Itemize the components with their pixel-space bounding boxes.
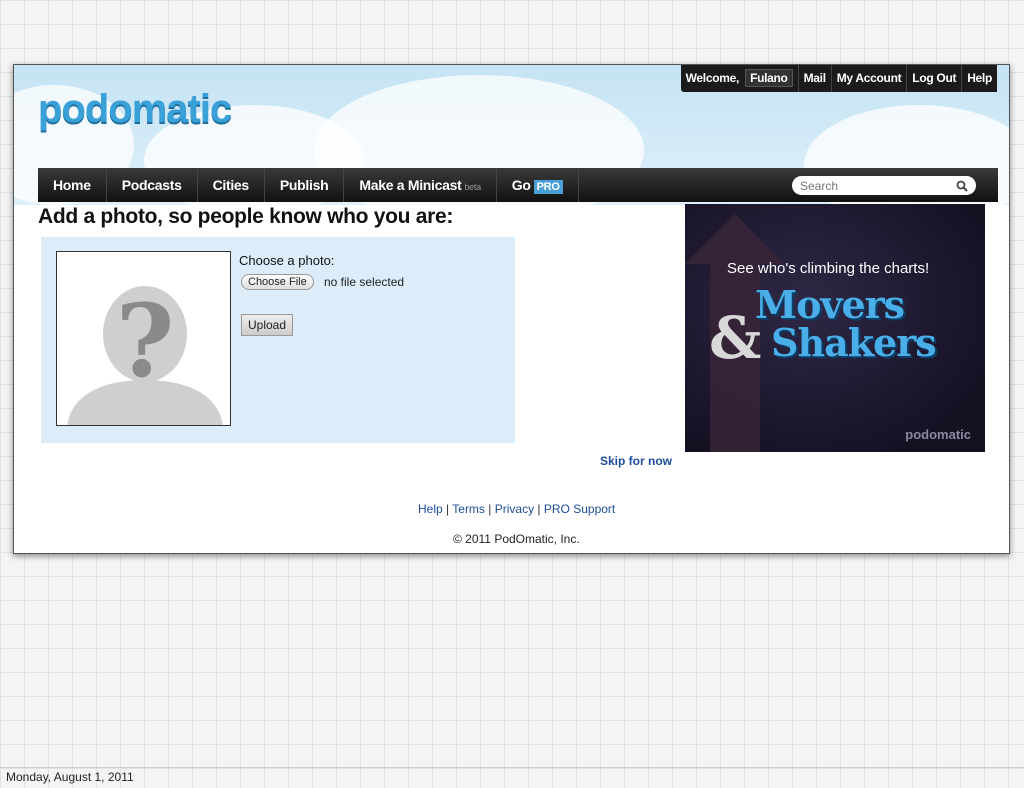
nav-publish[interactable]: Publish (265, 168, 345, 202)
beta-badge: beta (464, 182, 481, 192)
footer-terms-link[interactable]: Terms (452, 502, 485, 516)
log-out-link[interactable]: Log Out (906, 65, 961, 92)
cloud-decoration (314, 75, 644, 225)
nav-go-label: Go (511, 177, 531, 193)
photo-upload-panel: ? Choose a photo: Choose File no file se… (41, 237, 515, 443)
ad-ampersand: & (709, 304, 762, 372)
username: Fulano (745, 69, 793, 87)
search-input[interactable] (800, 178, 950, 193)
nav-go-pro[interactable]: Go PRO (497, 168, 579, 202)
pro-badge: PRO (533, 180, 563, 194)
choose-photo-label: Choose a photo: (239, 253, 335, 268)
page-title: Add a photo, so people know who you are: (38, 205, 454, 228)
slide-date: Monday, August 1, 2011 (6, 770, 134, 784)
welcome-text: Welcome, Fulano (681, 65, 798, 92)
search-icon[interactable] (956, 179, 968, 197)
welcome-label: Welcome, (685, 71, 740, 85)
ad-tagline: See who's climbing the charts! (727, 260, 930, 277)
footer-pro-support-link[interactable]: PRO Support (544, 502, 615, 516)
question-mark: ? (116, 282, 175, 400)
nav-make-minicast[interactable]: Make a Minicast beta (344, 168, 497, 202)
footer-privacy-link[interactable]: Privacy (495, 502, 534, 516)
file-status: no file selected (324, 275, 405, 289)
footer-help-link[interactable]: Help (418, 502, 443, 516)
movers-shakers-ad[interactable]: See who's climbing the charts! Movers & … (685, 204, 985, 452)
help-link[interactable]: Help (961, 65, 997, 92)
browser-frame: podomatic Welcome, Fulano Mail My Accoun… (13, 64, 1010, 554)
footer-links: Help | Terms | Privacy | PRO Support (418, 502, 615, 516)
nav-podcasts[interactable]: Podcasts (107, 168, 198, 202)
footer-separator: | (534, 502, 544, 516)
nav-minicast-label: Make a Minicast (359, 177, 462, 193)
avatar-placeholder: ? (56, 251, 231, 426)
skip-link[interactable]: Skip for now (600, 454, 672, 468)
ad-shakers-text: Shakers (771, 320, 937, 365)
ad-brand-logo: podomatic (905, 427, 971, 442)
unknown-person-icon: ? (57, 252, 230, 425)
footer-separator: | (484, 502, 495, 516)
search-box (792, 176, 976, 195)
nav-home[interactable]: Home (38, 168, 107, 202)
account-bar: Welcome, Fulano Mail My Account Log Out … (680, 65, 997, 92)
main-nav: Home Podcasts Cities Publish Make a Mini… (38, 168, 998, 202)
mail-link[interactable]: Mail (797, 65, 831, 92)
site-logo[interactable]: podomatic (38, 87, 232, 132)
slide-divider (0, 767, 1024, 768)
my-account-link[interactable]: My Account (830, 65, 907, 92)
upload-button[interactable]: Upload (241, 314, 294, 336)
footer-separator: | (442, 502, 453, 516)
nav-cities[interactable]: Cities (198, 168, 265, 202)
copyright: © 2011 PodOmatic, Inc. (453, 532, 580, 546)
choose-file-button[interactable]: Choose File (241, 274, 314, 290)
